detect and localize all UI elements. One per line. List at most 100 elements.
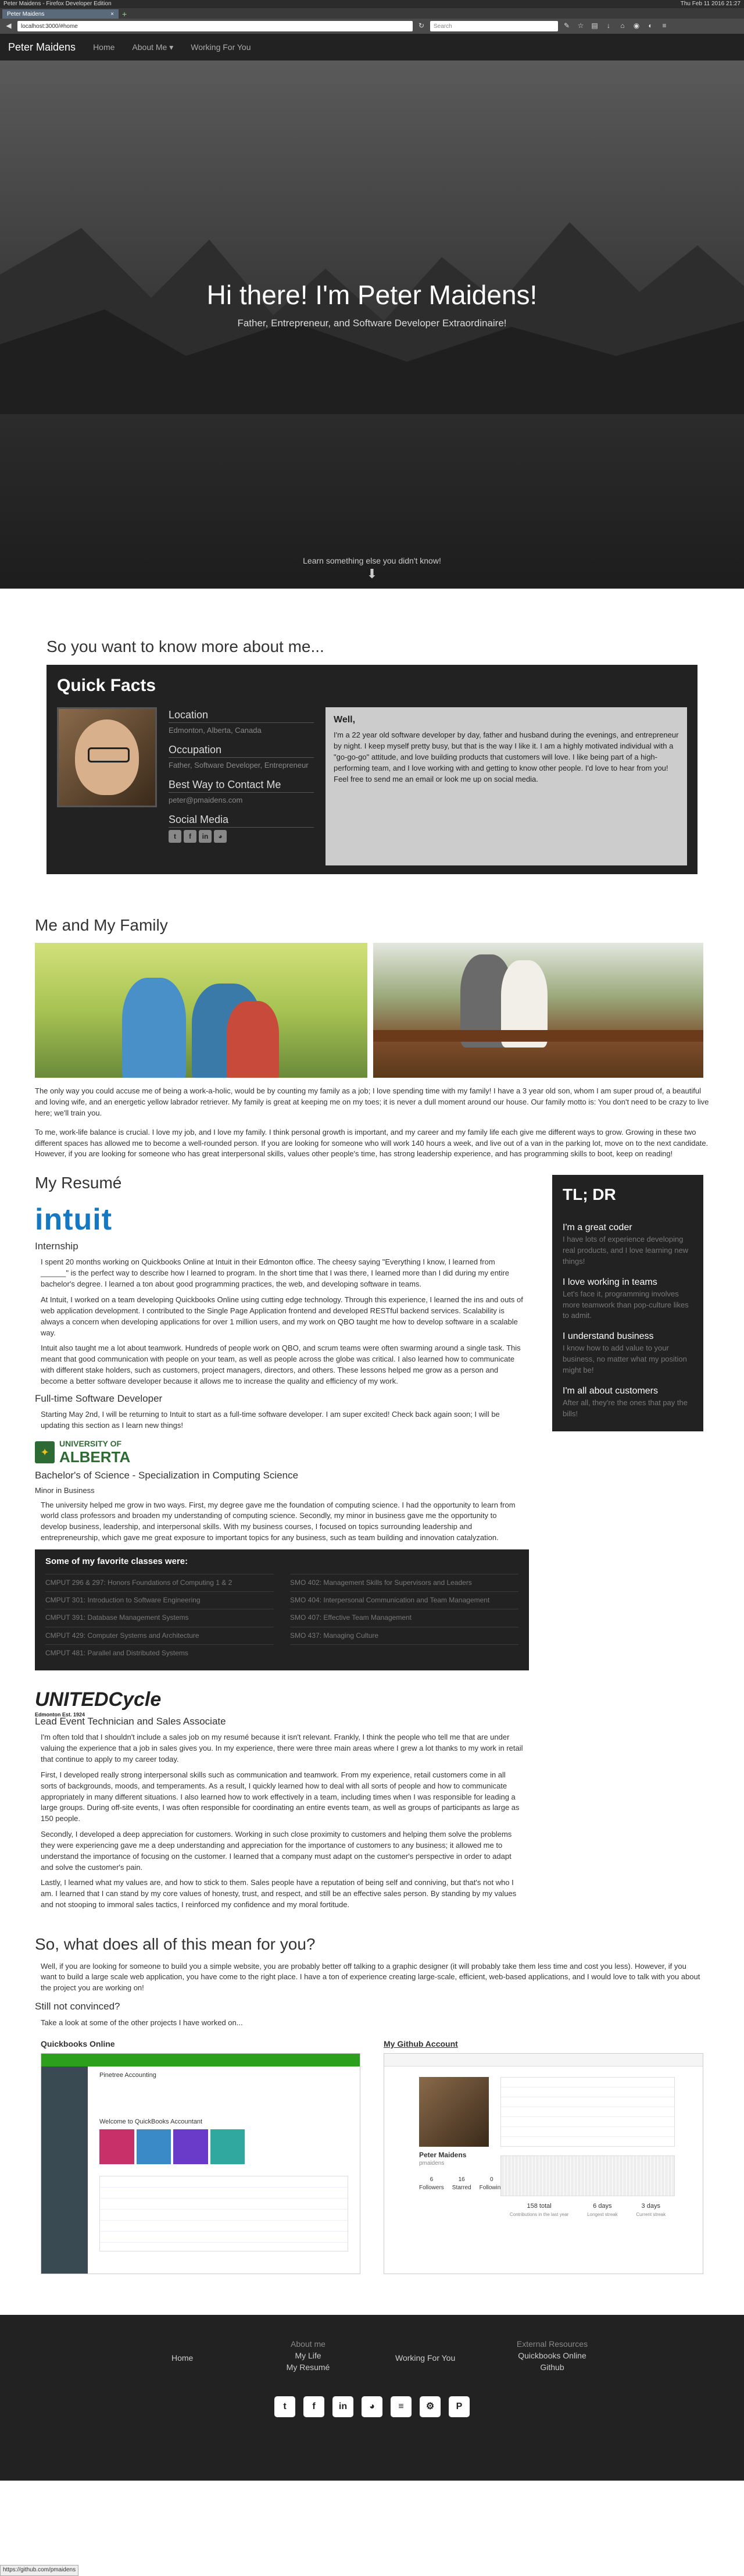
github-icon[interactable]: ◕: [362, 2396, 382, 2417]
about-well: Well, I'm a 22 year old software develop…: [326, 707, 687, 866]
gh-contrib-label: Contributions in the last year: [509, 2211, 569, 2217]
family-paragraph-1: The only way you could accuse me of bein…: [35, 1086, 709, 1117]
url-bar[interactable]: localhost:3000/#home: [17, 21, 413, 31]
github-project: My Github Account Peter Maidens pmaidens…: [384, 2038, 703, 2274]
class-item: CMPUT 481: Parallel and Distributed Syst…: [45, 1644, 274, 1662]
pocket-icon[interactable]: ◉: [631, 21, 642, 31]
new-tab-icon[interactable]: +: [122, 9, 127, 19]
screenshot-icon[interactable]: ◐: [645, 21, 656, 31]
profile-photo: [57, 707, 157, 808]
footer-github[interactable]: Github: [512, 2361, 593, 2373]
class-item: SMO 404: Interpersonal Communication and…: [290, 1591, 518, 1609]
close-tab-icon[interactable]: ×: [110, 10, 114, 17]
family-photos: [35, 943, 721, 1078]
menu-icon[interactable]: ≡: [659, 21, 670, 31]
browser-titlebar: Peter Maidens - Firefox Developer Editio…: [0, 0, 744, 8]
intuit-paragraph-3: Intuit also taught me a lot about teamwo…: [41, 1344, 521, 1385]
meaning-heading: So, what does all of this mean for you?: [35, 1934, 316, 1953]
linkedin-icon[interactable]: in: [332, 2396, 353, 2417]
status-url: https://github.com/pmaidens: [0, 2565, 79, 2576]
footer-qbo[interactable]: Quickbooks Online: [512, 2350, 593, 2361]
nav-home[interactable]: Home: [93, 41, 115, 53]
site-brand[interactable]: Peter Maidens: [8, 40, 76, 55]
playstation-icon[interactable]: P: [449, 2396, 470, 2417]
tldr-item-text: I have lots of experience developing rea…: [563, 1235, 689, 1266]
nav-work[interactable]: Working For You: [191, 41, 251, 53]
email-link[interactable]: peter@pmaidens.com: [169, 795, 314, 806]
footer-about-label: About me: [291, 2339, 326, 2349]
intuit-logo: intuit: [35, 1202, 113, 1237]
contact-label: Best Way to Contact Me: [169, 777, 314, 793]
system-clock: Thu Feb 11 2016 21:27: [680, 0, 741, 7]
footer-home[interactable]: Home: [171, 2352, 193, 2364]
footer-about-col: About me My Life My Resumé: [279, 2338, 337, 2374]
linkedin-icon[interactable]: in: [199, 830, 212, 843]
stackoverflow-icon[interactable]: ≡: [391, 2396, 412, 2417]
nav-about[interactable]: About Me ▾: [132, 41, 173, 53]
github-screenshot[interactable]: Peter Maidens pmaidens 6 Followers 16 Star…: [384, 2053, 703, 2274]
family-heading: Me and My Family: [35, 915, 168, 934]
gh-contrib-value: 6 days: [593, 2202, 612, 2210]
github-icon[interactable]: ◕: [214, 830, 227, 843]
steam-icon[interactable]: ⚙: [420, 2396, 441, 2417]
social-label: Social Media: [169, 812, 314, 828]
location-value: Edmonton, Alberta, Canada: [169, 726, 262, 735]
classes-heading: Some of my favorite classes were:: [45, 1556, 188, 1566]
fulltime-title: Full-time Software Developer: [35, 1392, 163, 1404]
gh-stat-value: 6: [430, 2176, 434, 2183]
uc-paragraph-3: Secondly, I developed a deep appreciatio…: [41, 1830, 512, 1872]
uc-logo-text: UNITEDCycle: [35, 1688, 162, 1711]
ua-small-text: UNIVERSITY OF: [59, 1439, 122, 1449]
class-item: SMO 437: Managing Culture: [290, 1626, 518, 1644]
well-heading: Well,: [334, 715, 356, 725]
family-photo-2: [373, 943, 703, 1078]
gh-user: pmaidens: [419, 2160, 445, 2167]
footer-work[interactable]: Working For You: [395, 2352, 455, 2364]
home-icon[interactable]: ⌂: [617, 21, 628, 31]
classes-grid: CMPUT 296 & 297: Honors Foundations of C…: [45, 1573, 518, 1662]
tldr-item-title: I'm all about customers: [563, 1386, 659, 1396]
reload-icon[interactable]: ↻: [416, 21, 427, 31]
uc-role-title: Lead Event Technician and Sales Associat…: [35, 1715, 226, 1727]
tab-label: Peter Maidens: [7, 11, 45, 17]
footer-ext-label: External Resources: [516, 2339, 588, 2349]
class-item: CMPUT 296 & 297: Honors Foundations of C…: [45, 1573, 274, 1591]
footer-social-icons: t f in ◕ ≡ ⚙ P: [0, 2396, 744, 2417]
hero-title: Hi there! I'm Peter Maidens!: [206, 280, 538, 310]
footer-my-resume[interactable]: My Resumé: [279, 2361, 337, 2373]
twitter-icon[interactable]: t: [169, 830, 181, 843]
degree-title: Bachelor's of Science - Specialization i…: [35, 1470, 299, 1481]
facebook-icon[interactable]: f: [303, 2396, 324, 2417]
tldr-item-title: I understand business: [563, 1331, 654, 1342]
footer-my-life[interactable]: My Life: [279, 2350, 337, 2361]
uc-paragraph-4: Lastly, I learned what my values are, an…: [41, 1878, 517, 1909]
uc-paragraph-1: I'm often told that I shouldn't include …: [41, 1733, 523, 1763]
class-item: [290, 1644, 518, 1662]
tldr-item-text: After all, they're the ones that pay the…: [563, 1398, 688, 1419]
twitter-icon[interactable]: t: [274, 2396, 295, 2417]
learn-more-link[interactable]: Learn something else you didn't know!: [0, 555, 744, 566]
tools-icon[interactable]: ✎: [561, 21, 572, 31]
arrow-down-icon[interactable]: ⬇: [0, 568, 744, 580]
well-text: I'm a 22 year old software developer by …: [334, 731, 679, 783]
facebook-icon[interactable]: f: [184, 830, 196, 843]
download-icon[interactable]: ↓: [603, 21, 614, 31]
back-icon[interactable]: ◀: [3, 21, 14, 31]
hero-subtitle: Father, Entrepreneur, and Software Devel…: [237, 318, 507, 329]
intuit-paragraph-1: I spent 20 months working on Quickbooks …: [41, 1257, 509, 1289]
qbo-title[interactable]: Quickbooks Online: [41, 2038, 360, 2050]
search-input[interactable]: Search: [430, 21, 558, 31]
library-icon[interactable]: ▤: [589, 21, 600, 31]
projects-row: Quickbooks Online Pinetree Accounting We…: [41, 2038, 703, 2274]
family-paragraph-2: To me, work-life balance is crucial. I l…: [35, 1127, 709, 1159]
still-heading: Still not convinced?: [35, 2001, 120, 2012]
bookmark-icon[interactable]: ☆: [575, 21, 586, 31]
footer-external-col: External Resources Quickbooks Online Git…: [512, 2338, 593, 2374]
uc-paragraph-2: First, I developed really strong interpe…: [41, 1770, 520, 1823]
qbo-screenshot[interactable]: Pinetree Accounting Welcome to QuickBook…: [41, 2053, 360, 2274]
location-label: Location: [169, 707, 314, 724]
occupation-value: Father, Software Developer, Entrepreneur: [169, 761, 309, 770]
facts-list: Location Edmonton, Alberta, Canada Occup…: [169, 707, 314, 865]
browser-tab[interactable]: Peter Maidens ×: [2, 9, 119, 19]
github-title[interactable]: My Github Account: [384, 2038, 703, 2050]
